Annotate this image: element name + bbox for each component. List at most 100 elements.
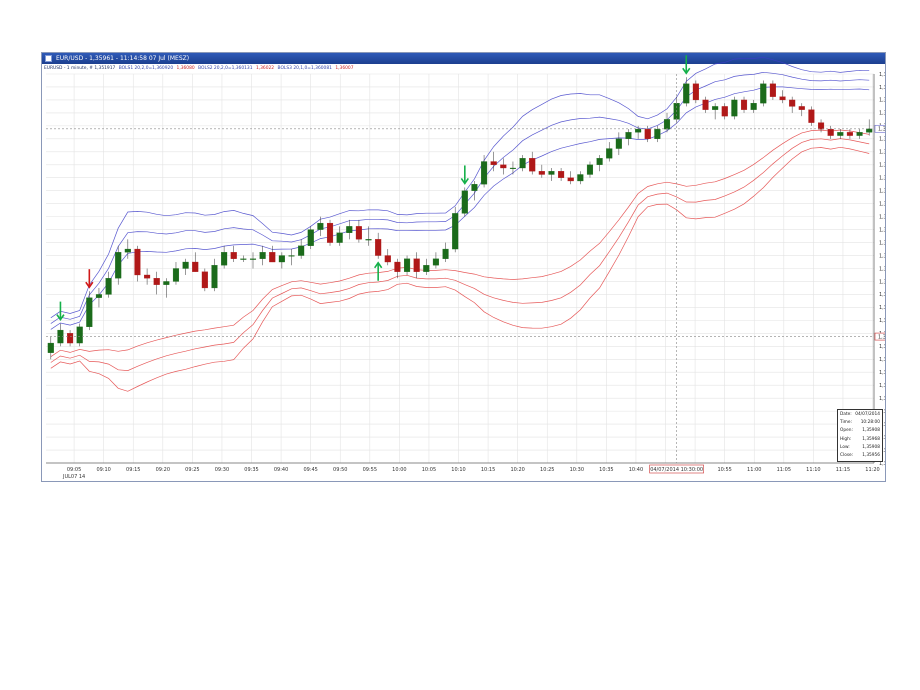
candle-body — [740, 99, 748, 110]
candle-body — [288, 255, 295, 257]
x-tick-label: 09:45 — [303, 467, 317, 473]
candlestick-chart[interactable]: 09:05 09:10 09:15 09:20 09:25 09:30 09:35 09:40… — [42, 53, 886, 482]
lower-band-1 — [50, 129, 870, 357]
y-tick-label: 1,35820 — [879, 163, 886, 169]
candle-body — [471, 184, 478, 191]
y-tick-label: 1,35510 — [879, 279, 886, 285]
price-tag-upper: 1,35961 — [878, 127, 886, 133]
candle-body — [625, 132, 632, 139]
candle-body — [452, 213, 459, 250]
price-tag-lower: 1,35470 — [878, 334, 886, 340]
candle-body — [856, 132, 863, 136]
y-tick-label: 1,35190 — [879, 383, 886, 389]
info-label: Close: — [840, 452, 854, 458]
candle-body — [76, 326, 83, 344]
candle-body — [67, 333, 74, 344]
y-tick-label: 1,35310 — [879, 344, 886, 350]
candle-body — [789, 99, 796, 107]
upper-band-2 — [50, 71, 870, 324]
info-row-date: Date: 04/07/2014 — [840, 411, 880, 419]
y-tick-label: 1,35690 — [879, 214, 886, 220]
y-tick-label: 1,35650 — [879, 227, 886, 233]
y-tick-label: 1,35840 — [879, 137, 886, 143]
info-row-open: Open: 1,35908 — [840, 427, 880, 435]
candle-body — [769, 83, 776, 97]
candle-body — [567, 177, 574, 182]
candle-body — [172, 268, 180, 282]
candle-body — [683, 83, 690, 104]
candle-body — [307, 229, 314, 246]
candle-body — [375, 239, 382, 256]
candle-body — [115, 252, 122, 279]
candle-body — [866, 128, 873, 133]
x-tick-label: 11:20 — [865, 467, 879, 473]
candle-body — [201, 271, 208, 289]
candle-body — [124, 248, 131, 253]
candle-body — [548, 171, 555, 175]
info-value: 1,35956 — [862, 452, 880, 458]
candle-body — [596, 158, 603, 165]
candle-body — [663, 119, 671, 130]
crosshair: 1,35961 1,35470 04/07/2014 10:30:00 — [46, 74, 886, 474]
info-value: 1,35908 — [862, 444, 880, 450]
candle-body — [432, 258, 439, 266]
x-tick-label: 09:10 — [96, 467, 110, 473]
candle-body — [298, 245, 305, 256]
candle-body — [278, 255, 285, 263]
info-label: Date: — [840, 412, 852, 417]
candle-body — [346, 226, 353, 233]
candle-body — [654, 128, 661, 139]
candle-body — [586, 164, 594, 175]
x-tick-label: 11:15 — [836, 467, 850, 473]
y-tick-label: 1,36000 — [879, 98, 886, 104]
y-tick-label: 1,35760 — [879, 201, 886, 207]
candle-body — [394, 261, 401, 272]
info-label: Low: — [840, 444, 850, 450]
info-row-time: Time: 10:28:00 — [840, 419, 880, 427]
candle-body — [86, 297, 93, 328]
info-label: Time: — [840, 420, 852, 426]
candle-body — [192, 261, 199, 272]
x-tick-label: 10:10 — [451, 467, 465, 473]
candle-body — [529, 158, 536, 172]
info-row-close: Close: 1,35956 — [840, 452, 880, 460]
info-label: Open: — [840, 428, 853, 434]
candle-body — [163, 281, 170, 285]
y-tick-label: 1,35820 — [879, 176, 886, 182]
candle-body — [750, 103, 757, 110]
x-axis: 09:05 09:10 09:15 09:20 09:25 09:30 09:35 09:40… — [62, 467, 880, 480]
candle-body — [413, 258, 420, 272]
candle-body — [519, 158, 526, 169]
candles — [47, 77, 873, 360]
candle-body — [606, 148, 613, 159]
candle-body — [144, 274, 151, 279]
y-tick-label: 1,36030 — [879, 85, 886, 91]
candle-body — [47, 342, 54, 353]
info-row-high: High: 1,35968 — [840, 436, 880, 444]
candle-body — [721, 106, 728, 117]
x-tick-label: 09:35 — [244, 467, 258, 473]
info-value: 04/07/2014 — [855, 412, 880, 417]
lower-bands — [50, 129, 870, 392]
x-tick-label: 09:05 — [67, 467, 81, 473]
grid — [46, 73, 875, 464]
candle-body — [538, 171, 545, 175]
candle-body — [230, 252, 237, 259]
x-tick-label: 09:15 — [126, 467, 140, 473]
candle-body — [808, 109, 815, 123]
y-tick-label: 1,35930 — [879, 111, 886, 117]
y-tick-label: 1,35800 — [879, 189, 886, 195]
y-tick-label: 1,35150 — [879, 396, 886, 402]
upper-bands — [50, 56, 870, 330]
candle-body — [490, 161, 497, 165]
candle-body — [249, 258, 257, 260]
y-tick-label: 1,35800 — [879, 150, 886, 156]
candle-body — [95, 294, 102, 298]
x-tick-label: 10:25 — [540, 467, 554, 473]
x-tick-label: 09:20 — [156, 467, 170, 473]
x-tick-label: 09:55 — [363, 467, 377, 473]
candle-body — [846, 132, 853, 136]
candle-body — [259, 252, 266, 259]
x-tick-label: 10:35 — [599, 467, 613, 473]
y-tick-label: 1,35470 — [879, 292, 886, 298]
